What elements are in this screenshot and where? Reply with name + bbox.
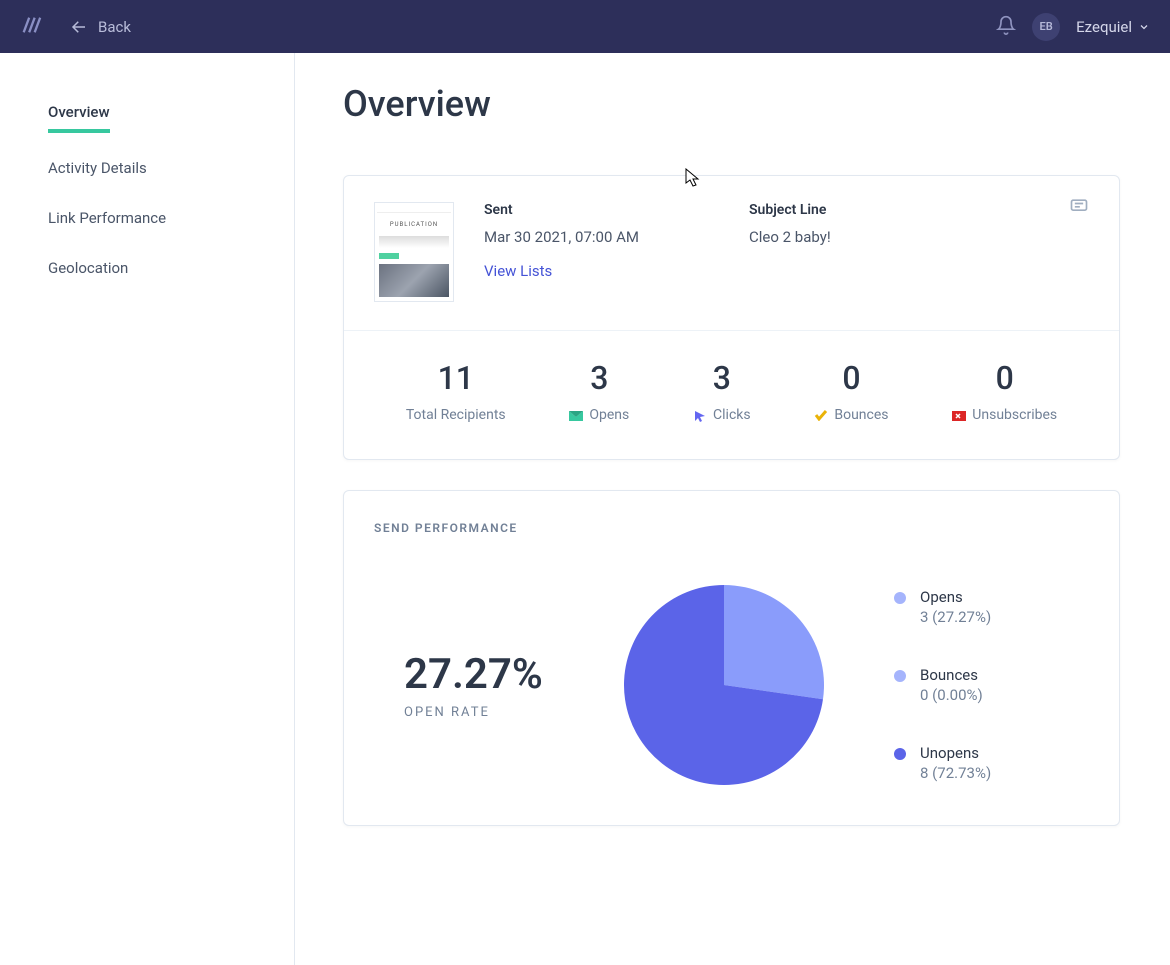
- stat-bounces-label: Bounces: [834, 407, 888, 423]
- legend-bounces-val: 0 (0.00%): [920, 686, 983, 704]
- pie-chart: [624, 585, 824, 785]
- legend-dot-opens: [894, 592, 906, 604]
- back-button[interactable]: Back: [70, 18, 131, 36]
- sent-value: Mar 30 2021, 07:00 AM: [484, 228, 639, 246]
- subject-label: Subject Line: [749, 202, 831, 218]
- open-rate-label: OPEN RATE: [404, 705, 584, 720]
- legend-dot-unopens: [894, 748, 906, 760]
- performance-title: SEND PERFORMANCE: [374, 521, 1079, 535]
- legend-bounces: Bounces 0 (0.00%): [894, 666, 1079, 704]
- header-right: EB Ezequiel: [996, 13, 1150, 41]
- sidebar-item-link-performance[interactable]: Link Performance: [48, 199, 166, 237]
- view-lists-link[interactable]: View Lists: [484, 262, 639, 280]
- sidebar: Overview Activity Details Link Performan…: [0, 53, 295, 965]
- stat-opens: 3 Opens: [569, 359, 629, 423]
- stat-unsubscribes-value: 0: [952, 359, 1057, 397]
- sidebar-item-geolocation[interactable]: Geolocation: [48, 249, 128, 287]
- legend-opens-val: 3 (27.27%): [920, 608, 991, 626]
- stats-row: 11 Total Recipients 3 Opens 3: [344, 331, 1119, 459]
- stat-recipients-value: 11: [406, 359, 506, 397]
- stat-clicks-value: 3: [693, 359, 751, 397]
- back-label: Back: [98, 18, 131, 36]
- legend-dot-bounces: [894, 670, 906, 682]
- stat-clicks: 3 Clicks: [693, 359, 751, 423]
- legend-bounces-name: Bounces: [920, 666, 983, 684]
- header-left: Back: [20, 14, 131, 40]
- legend-unopens-name: Unopens: [920, 744, 991, 762]
- summary-top: PUBLICATION Sent Mar 30 2021, 07:00 AM V…: [344, 176, 1119, 331]
- send-performance-card: SEND PERFORMANCE 27.27% OPEN RATE Opens …: [343, 490, 1120, 826]
- legend-unopens: Unopens 8 (72.73%): [894, 744, 1079, 782]
- comment-icon[interactable]: [1069, 196, 1089, 220]
- main-content: Overview PUBLICATION Sent Mar 30 2021, 0…: [295, 53, 1170, 965]
- sidebar-item-overview[interactable]: Overview: [48, 93, 110, 133]
- unsubscribe-icon: [952, 409, 966, 421]
- open-rate-value: 27.27%: [404, 650, 584, 699]
- email-thumbnail[interactable]: PUBLICATION: [374, 202, 454, 302]
- stat-recipients-label: Total Recipients: [406, 407, 506, 423]
- chart-legend: Opens 3 (27.27%) Bounces 0 (0.00%): [864, 588, 1079, 782]
- thumbnail-title: PUBLICATION: [375, 215, 453, 234]
- user-menu[interactable]: Ezequiel: [1076, 18, 1150, 36]
- stat-bounces: 0 Bounces: [814, 359, 888, 423]
- subject-value: Cleo 2 baby!: [749, 228, 831, 246]
- app-header: Back EB Ezequiel: [0, 0, 1170, 53]
- stat-clicks-label: Clicks: [713, 407, 751, 423]
- stat-unsubscribes: 0 Unsubscribes: [952, 359, 1057, 423]
- stat-opens-value: 3: [569, 359, 629, 397]
- user-name: Ezequiel: [1076, 18, 1132, 36]
- open-rate-block: 27.27% OPEN RATE: [374, 650, 584, 720]
- stat-unsubscribes-label: Unsubscribes: [972, 407, 1057, 423]
- arrow-left-icon: [70, 18, 88, 36]
- stat-opens-label: Opens: [589, 407, 629, 423]
- summary-card: PUBLICATION Sent Mar 30 2021, 07:00 AM V…: [343, 175, 1120, 460]
- cursor-icon: [693, 409, 707, 421]
- page-title: Overview: [343, 83, 1120, 125]
- envelope-icon: [569, 409, 583, 421]
- sidebar-item-activity-details[interactable]: Activity Details: [48, 149, 147, 187]
- legend-unopens-val: 8 (72.73%): [920, 764, 991, 782]
- chevron-down-icon: [1138, 21, 1150, 33]
- notifications-icon[interactable]: [996, 15, 1016, 39]
- app-logo[interactable]: [20, 14, 42, 40]
- legend-opens: Opens 3 (27.27%): [894, 588, 1079, 626]
- legend-opens-name: Opens: [920, 588, 991, 606]
- sent-column: Sent Mar 30 2021, 07:00 AM View Lists: [484, 202, 639, 302]
- stat-recipients: 11 Total Recipients: [406, 359, 506, 423]
- subject-column: Subject Line Cleo 2 baby!: [749, 202, 831, 302]
- avatar-initials: EB: [1040, 20, 1053, 33]
- sent-label: Sent: [484, 202, 639, 218]
- check-icon: [814, 409, 828, 421]
- avatar[interactable]: EB: [1032, 13, 1060, 41]
- stat-bounces-value: 0: [814, 359, 888, 397]
